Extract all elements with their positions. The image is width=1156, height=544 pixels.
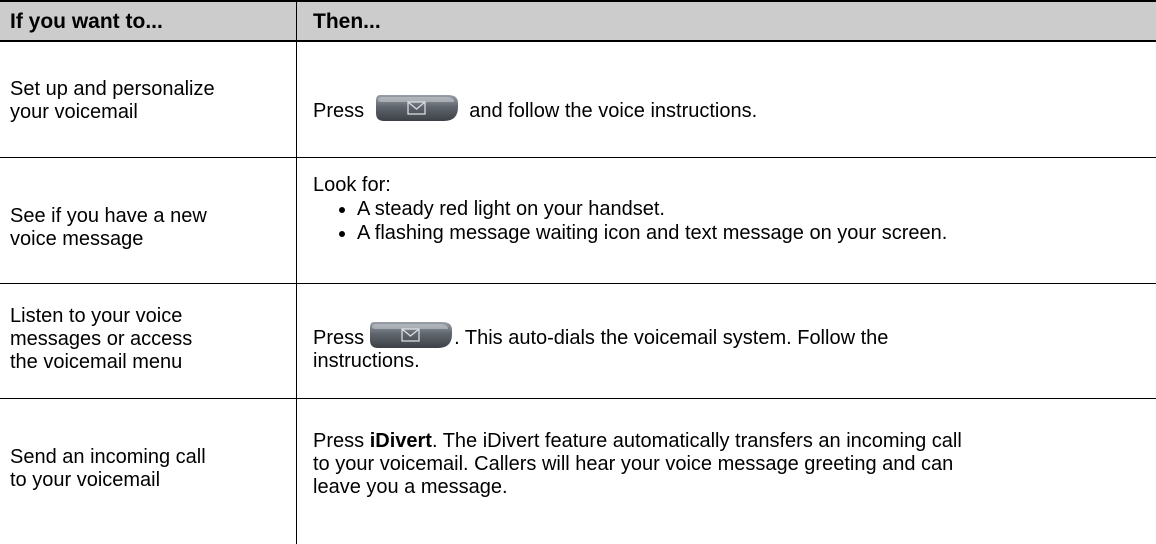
row-divider: [0, 398, 1156, 399]
row-label-line: the voicemail menu: [10, 351, 183, 373]
table-row-setup-action: Press and follow the voice instructions.: [313, 93, 1148, 123]
idivert-description-line: leave you a message.: [313, 476, 508, 498]
row-label-line: voice message: [10, 228, 144, 250]
row-label-line: to your voicemail: [10, 469, 161, 491]
row-label-line: Send an incoming call: [10, 446, 206, 468]
press-text: Press: [313, 327, 365, 349]
table-row-check-label: See if you have a new voice message: [10, 205, 290, 251]
table-row-setup-label: Set up and personalize your voicemail: [10, 78, 290, 124]
row-label-line: messages or access: [10, 328, 193, 350]
row-divider: [0, 283, 1156, 284]
table-header: If you want to... Then...: [0, 0, 1156, 42]
table-row-send-label: Send an incoming call to your voicemail: [10, 446, 290, 492]
column-divider: [296, 0, 297, 544]
press-text: Press: [313, 100, 365, 122]
list-item: A flashing message waiting icon and text…: [357, 221, 1148, 245]
row-label-line: your voicemail: [10, 101, 138, 123]
row-label-line: Listen to your voice: [10, 305, 183, 327]
voicemail-table: If you want to... Then... Set up and per…: [0, 0, 1156, 544]
messages-envelope-icon[interactable]: [368, 320, 454, 350]
idivert-description: . The iDivert feature automatically tran…: [431, 430, 962, 452]
header-col-then: Then...: [313, 10, 381, 33]
table-row-listen-action: Press . This auto-dials the voicemail sy…: [313, 320, 1148, 373]
press-text: Press: [313, 430, 365, 452]
header-col-if-you-want: If you want to...: [10, 10, 163, 33]
list-item: A steady red light on your handset.: [357, 197, 1148, 221]
auto-dial-text: . This auto-dials the voicemail system. …: [454, 327, 889, 349]
idivert-description-line: to your voicemail. Callers will hear you…: [313, 453, 954, 475]
table-row-listen-label: Listen to your voice messages or access …: [10, 305, 290, 374]
messages-envelope-icon[interactable]: [374, 93, 460, 123]
table-row-check-action: Look for: A steady red light on your han…: [313, 174, 1148, 245]
indicator-list: A steady red light on your handset. A fl…: [313, 197, 1148, 245]
look-for-text: Look for:: [313, 174, 391, 196]
table-row-send-action: Press iDivert. The iDivert feature autom…: [313, 430, 1148, 499]
idivert-softkey-label[interactable]: iDivert: [370, 430, 432, 452]
row-label-line: Set up and personalize: [10, 78, 215, 100]
row-label-line: See if you have a new: [10, 205, 207, 227]
row-divider: [0, 157, 1156, 158]
follow-instructions-text: and follow the voice instructions.: [469, 100, 758, 122]
instructions-text: instructions.: [313, 350, 420, 372]
